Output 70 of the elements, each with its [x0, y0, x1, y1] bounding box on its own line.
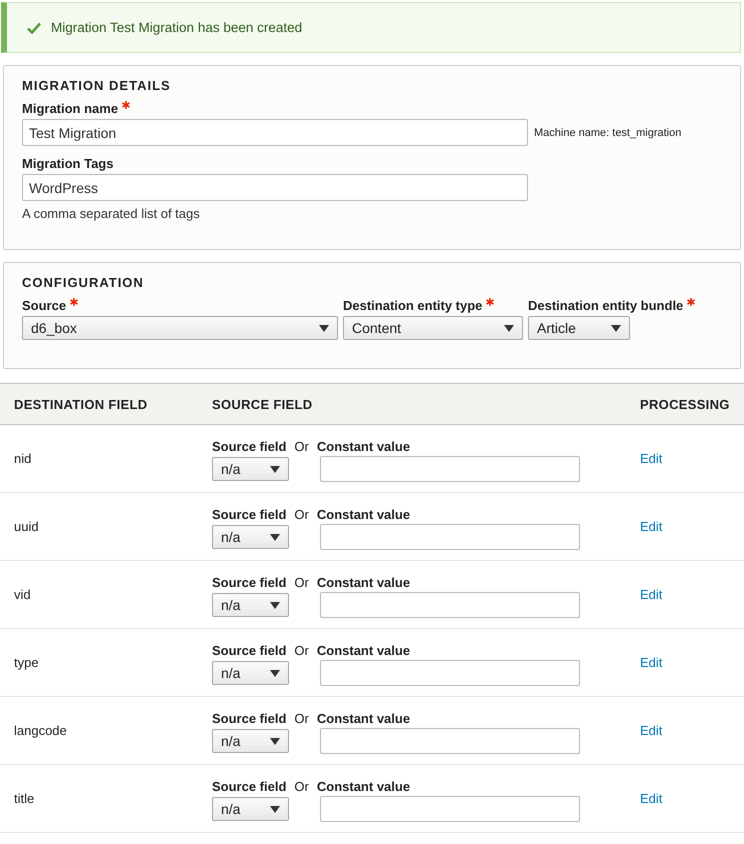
destination-field: vid [0, 587, 212, 602]
field-label: Source field [212, 711, 286, 726]
or-label: Or [294, 439, 309, 454]
checkmark-icon [27, 22, 41, 34]
field-label: Constant value [316, 643, 410, 658]
field-label: Migration Tags [22, 156, 114, 171]
caret-icon [270, 738, 280, 744]
edit-link[interactable]: Edit [626, 723, 662, 738]
field-label: Constant value [316, 575, 410, 590]
source-select[interactable]: n/a [212, 593, 289, 617]
caret-icon [270, 806, 280, 812]
field-label: Constant value [316, 507, 410, 522]
field-label: Source field [212, 575, 286, 590]
constant-value-input[interactable] [320, 796, 580, 822]
field-label: Constant value [316, 779, 410, 794]
caret-icon [270, 466, 280, 472]
destination-field: title [0, 791, 212, 806]
edit-link[interactable]: Edit [626, 587, 662, 602]
edit-link[interactable]: Edit [626, 791, 662, 806]
field-label: Destination entity bundle [528, 298, 684, 313]
column-header: SOURCE FIELD [212, 396, 314, 412]
field-label: Source field [212, 643, 286, 658]
source-select[interactable]: n/a [212, 797, 289, 821]
field-label: Constant value [316, 711, 410, 726]
or-label: Or [294, 779, 309, 794]
edit-link[interactable]: Edit [626, 655, 662, 670]
field-label: Migration name [22, 101, 118, 116]
machine-name: Machine name: test_migration [534, 126, 682, 138]
field-label: Source field [212, 507, 286, 522]
constant-value-input[interactable] [320, 592, 580, 618]
or-label: Or [294, 711, 309, 726]
destination-field: langcode [0, 723, 212, 738]
caret-icon [504, 324, 514, 332]
edit-link[interactable]: Edit [626, 519, 662, 534]
constant-value-input[interactable] [320, 728, 580, 754]
field-label: Source field [212, 779, 286, 794]
select-dropdown[interactable]: Content [343, 316, 523, 340]
constant-value-input[interactable] [320, 660, 580, 686]
source-select[interactable]: n/a [212, 525, 289, 549]
source-select[interactable]: n/a [212, 661, 289, 685]
field-description: A comma separated list of tags [22, 206, 201, 221]
caret-icon [611, 324, 621, 332]
section-title: CONFIGURATION [22, 275, 145, 290]
destination-field: uuid [0, 519, 212, 534]
source-select[interactable]: n/a [212, 729, 289, 753]
caret-icon [319, 324, 329, 332]
or-label: Or [294, 643, 309, 658]
or-label: Or [294, 507, 309, 522]
tags-input[interactable]: WordPress [22, 174, 528, 201]
source-select[interactable]: n/a [212, 457, 289, 481]
or-label: Or [294, 575, 309, 590]
destination-field: nid [0, 451, 212, 466]
field-label: Destination entity type [343, 298, 482, 313]
field-label: Source [22, 298, 66, 313]
section-title: MIGRATION DETAILS [22, 78, 172, 93]
field-label: Source field [212, 439, 286, 454]
column-header: PROCESSING [639, 396, 730, 412]
edit-link[interactable]: Edit [626, 451, 662, 466]
caret-icon [270, 602, 280, 608]
caret-icon [270, 534, 280, 540]
constant-value-input[interactable] [320, 524, 580, 550]
name-input[interactable]: Test Migration [22, 119, 528, 146]
destination-field: type [0, 655, 212, 670]
constant-value-input[interactable] [320, 456, 580, 482]
caret-icon [270, 670, 280, 676]
select-dropdown[interactable]: Article [528, 316, 630, 340]
column-header: DESTINATION FIELD [13, 396, 148, 412]
field-label: Constant value [316, 439, 410, 454]
message-text: Migration Test Migration has been created [51, 20, 302, 35]
select-dropdown[interactable]: d6_box [22, 316, 338, 340]
